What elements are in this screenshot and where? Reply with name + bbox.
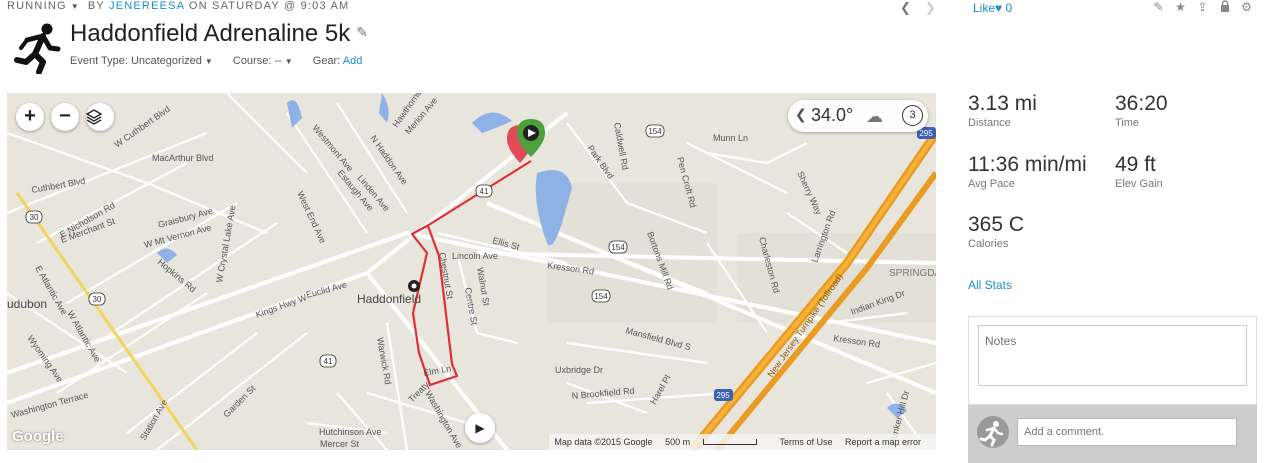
notes-panel: [968, 316, 1257, 405]
lock-icon[interactable]: [1218, 0, 1231, 15]
course-caret-icon: ▼: [284, 57, 293, 66]
stat-calories: 365 C Calories: [968, 213, 1024, 250]
activity-type-label[interactable]: RUNNING: [7, 0, 67, 12]
map-label-street: Lincoln Ave: [452, 251, 498, 261]
by-label: BY: [87, 0, 105, 12]
all-stats-link[interactable]: All Stats: [968, 278, 1012, 292]
svg-text:41: 41: [324, 357, 333, 366]
map-label-street: MacArthur Blvd: [152, 153, 214, 163]
gear-add-link[interactable]: Add: [343, 55, 363, 67]
zoom-in-button[interactable]: +: [16, 103, 44, 131]
course-dropdown[interactable]: Course: -- ▼: [233, 55, 293, 67]
comment-input[interactable]: [1017, 418, 1237, 446]
map-label-town: udubon: [7, 297, 47, 311]
svg-text:295: 295: [919, 129, 933, 138]
report-map-error-link[interactable]: Report a map error: [845, 437, 921, 447]
svg-text:30: 30: [30, 213, 39, 222]
star-icon[interactable]: ★: [1174, 0, 1187, 15]
like-count: 0: [1005, 1, 1013, 15]
activity-title-text: Haddonfield Adrenaline 5k: [70, 20, 351, 47]
stat-label: Time: [1115, 117, 1140, 129]
map-label-town: Haddonfield: [357, 292, 421, 306]
gear-label: Gear:: [312, 55, 341, 67]
svg-text:30: 30: [93, 295, 102, 304]
svg-text:154: 154: [648, 127, 662, 136]
svg-text:154: 154: [611, 243, 625, 252]
weather-widget[interactable]: ❮ 34.0° ☁ 3: [788, 100, 928, 132]
avatar: [977, 416, 1009, 448]
layers-icon[interactable]: [86, 103, 114, 131]
svg-text:154: 154: [594, 292, 608, 301]
activity-title: Haddonfield Adrenaline 5k ✎: [70, 20, 368, 48]
map-data-credit: Map data ©2015 Google: [554, 437, 653, 447]
share-icon[interactable]: ⇪: [1196, 0, 1209, 15]
map-canvas[interactable]: 30 30 154 154 154 41 41 295 295 W Cuthbe…: [7, 93, 936, 450]
terms-link[interactable]: Terms of Use: [779, 437, 832, 447]
stat-value: 49 ft: [1115, 153, 1156, 176]
event-type-dropdown[interactable]: Event Type: Uncategorized ▼: [70, 55, 213, 67]
edit-title-pencil-icon[interactable]: ✎: [356, 24, 368, 40]
stat-label: Calories: [968, 238, 1009, 250]
map-label-street: Uxbridge Dr: [555, 365, 603, 375]
chevron-right-icon[interactable]: ❯: [925, 0, 936, 15]
activity-toolbar: ✎ ★ ⇪ ⚙: [1152, 0, 1253, 15]
map-label-street: Munn Ln: [713, 133, 748, 143]
chevron-left-icon[interactable]: ❮: [900, 0, 911, 15]
stat-value: 3.13 mi: [968, 92, 1037, 115]
user-link[interactable]: JENEREESA: [109, 0, 185, 12]
pencil-icon[interactable]: ✎: [1152, 0, 1165, 15]
stat-elev-gain: 49 ft Elev Gain: [1115, 153, 1163, 190]
comment-bar: [968, 405, 1257, 463]
stat-label: Elev Gain: [1115, 178, 1163, 190]
event-type-label: Event Type: Uncategorized: [70, 55, 202, 67]
stat-time: 36:20 Time: [1115, 92, 1168, 129]
stat-avg-pace: 11:36 min/mi Avg Pace: [968, 153, 1087, 190]
chevron-left-icon[interactable]: ❮: [795, 106, 807, 123]
like-button[interactable]: Like♥ 0: [973, 1, 1012, 15]
gear-field: Gear: Add: [313, 55, 363, 67]
temperature: 34.0°: [811, 105, 854, 125]
heart-icon: ♥: [995, 1, 1003, 15]
svg-text:295: 295: [716, 391, 730, 400]
activity-date: ON SATURDAY @ 9:03 AM: [188, 0, 350, 12]
gear-icon[interactable]: ⚙: [1240, 0, 1253, 15]
stat-value: 11:36 min/mi: [968, 153, 1087, 176]
activity-breadcrumb: RUNNING ▼ BY JENEREESA ON SATURDAY @ 9:03 …: [7, 0, 349, 14]
route-map[interactable]: 30 30 154 154 154 41 41 295 295 W Cuthbe…: [7, 93, 936, 450]
svg-text:41: 41: [480, 187, 489, 196]
lap-count[interactable]: 3: [902, 105, 923, 126]
cloud-icon: ☁: [866, 107, 883, 126]
map-scale: 500 m: [665, 437, 767, 447]
stat-value: 36:20: [1115, 92, 1168, 115]
map-label-town: SPRINGDAL: [889, 268, 936, 279]
notes-field[interactable]: [978, 325, 1247, 386]
activity-nav: ❮ ❯: [900, 0, 950, 16]
stat-label: Distance: [968, 117, 1011, 129]
zoom-out-button[interactable]: −: [51, 103, 79, 131]
activity-type-caret-icon[interactable]: ▼: [71, 2, 80, 11]
play-route-button[interactable]: ▶: [465, 413, 495, 443]
google-logo: Google: [12, 428, 64, 445]
map-label-street: Hutchinson Ave: [319, 427, 381, 437]
runner-icon: [14, 23, 61, 74]
stat-distance: 3.13 mi Distance: [968, 92, 1037, 129]
course-label: Course: --: [232, 55, 282, 67]
map-attribution: Map data ©2015 Google 500 m Terms of Use…: [549, 434, 936, 450]
stat-label: Avg Pace: [968, 178, 1015, 190]
like-label: Like: [973, 1, 996, 15]
runner-icon: [979, 421, 1004, 447]
activity-meta: Event Type: Uncategorized ▼ Course: -- ▼ G…: [70, 55, 379, 67]
event-type-caret-icon: ▼: [204, 57, 213, 66]
stat-value: 365 C: [968, 213, 1025, 236]
map-label-street: Mercer St: [320, 439, 360, 449]
